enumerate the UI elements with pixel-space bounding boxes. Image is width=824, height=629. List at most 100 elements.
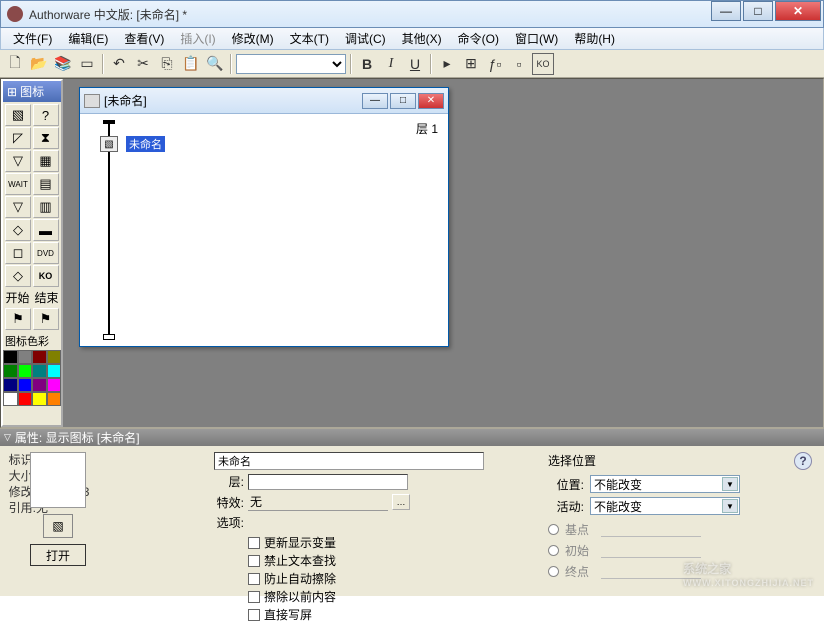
color-swatch[interactable] xyxy=(47,392,62,406)
dw-maximize-button[interactable]: □ xyxy=(390,93,416,109)
knowledge-track-icon[interactable]: KO xyxy=(33,265,59,287)
menu-view[interactable]: 查看(V) xyxy=(116,28,172,49)
color-swatch[interactable] xyxy=(18,392,33,406)
maximize-button[interactable]: □ xyxy=(743,1,773,21)
option-checkbox-row[interactable]: 禁止文本查找 xyxy=(248,552,540,569)
help-button[interactable]: ? xyxy=(794,452,812,470)
effect-picker-button[interactable]: … xyxy=(392,494,410,510)
properties-titlebar[interactable]: ▽ 属性: 显示图标 [未命名] xyxy=(0,429,824,446)
menu-insert[interactable]: 插入(I) xyxy=(172,28,223,49)
position-combo[interactable]: 不能改变▼ xyxy=(590,475,740,493)
decision-icon[interactable]: WAIT xyxy=(5,173,31,195)
framework-icon[interactable]: ▦ xyxy=(33,150,59,172)
dw-minimize-button[interactable]: — xyxy=(362,93,388,109)
color-swatch[interactable] xyxy=(47,364,62,378)
dvd-icon[interactable]: ◻ xyxy=(5,242,31,264)
option-checkbox-row[interactable]: 更新显示变量 xyxy=(248,534,540,551)
open-button[interactable]: 打开 xyxy=(30,544,86,566)
menu-modify[interactable]: 修改(M) xyxy=(224,28,282,49)
menu-text[interactable]: 文本(T) xyxy=(282,28,337,49)
cut-button[interactable]: ✂ xyxy=(132,53,154,75)
color-swatch[interactable] xyxy=(32,364,47,378)
interaction-icon[interactable]: ▤ xyxy=(33,173,59,195)
color-swatch[interactable] xyxy=(18,378,33,392)
design-window-body[interactable]: 层 1 ▧ 未命名 xyxy=(80,114,448,346)
design-window-titlebar[interactable]: [未命名] — □ ✕ xyxy=(80,88,448,114)
color-swatch[interactable] xyxy=(3,392,18,406)
color-swatch[interactable] xyxy=(3,364,18,378)
run-button[interactable]: ▸ xyxy=(436,53,458,75)
color-swatch[interactable] xyxy=(3,350,18,364)
option-checkbox-row[interactable]: 直接写屏 xyxy=(248,606,540,623)
copy-button[interactable]: ⎘ xyxy=(156,53,178,75)
color-swatch[interactable] xyxy=(32,392,47,406)
ko-icon[interactable]: ◇ xyxy=(5,265,31,287)
checkbox-icon[interactable] xyxy=(248,537,260,549)
radio-icon[interactable] xyxy=(548,545,559,556)
color-swatch[interactable] xyxy=(47,378,62,392)
bold-button[interactable]: B xyxy=(356,53,378,75)
icon-name-input[interactable] xyxy=(214,452,484,470)
option-checkbox-row[interactable]: 防止自动擦除 xyxy=(248,570,540,587)
flow-node[interactable]: ▧ 未命名 xyxy=(100,136,165,152)
display-icon[interactable]: ▧ xyxy=(5,104,31,126)
menu-command[interactable]: 命令(O) xyxy=(450,28,507,49)
checkbox-icon[interactable] xyxy=(248,591,260,603)
activity-combo[interactable]: 不能改变▼ xyxy=(590,497,740,515)
anchor-radio-row[interactable]: 终点 xyxy=(548,563,818,580)
save-all-button[interactable]: 📚 xyxy=(52,53,74,75)
radio-icon[interactable] xyxy=(548,524,559,535)
dw-close-button[interactable]: ✕ xyxy=(418,93,444,109)
find-button[interactable]: 🔍 xyxy=(204,53,226,75)
font-select[interactable] xyxy=(236,54,346,74)
end-flag[interactable]: ⚑ xyxy=(33,308,59,330)
import-button[interactable]: ▭ xyxy=(76,53,98,75)
erase-icon[interactable]: ◸ xyxy=(5,127,31,149)
paste-button[interactable]: 📋 xyxy=(180,53,202,75)
checkbox-icon[interactable] xyxy=(248,573,260,585)
anchor-radio-row[interactable]: 基点 xyxy=(548,521,818,538)
map-icon[interactable]: ▥ xyxy=(33,196,59,218)
color-swatch[interactable] xyxy=(3,378,18,392)
color-swatch[interactable] xyxy=(47,350,62,364)
undo-button[interactable]: ↶ xyxy=(108,53,130,75)
flow-node-label[interactable]: 未命名 xyxy=(126,136,165,152)
color-swatch[interactable] xyxy=(18,364,33,378)
menu-edit[interactable]: 编辑(E) xyxy=(60,28,116,49)
video-icon[interactable]: DVD xyxy=(33,242,59,264)
anchor-radio-row[interactable]: 初始 xyxy=(548,542,818,559)
variables-button[interactable]: ▫ xyxy=(508,53,530,75)
menu-window[interactable]: 窗口(W) xyxy=(507,28,566,49)
radio-icon[interactable] xyxy=(548,566,559,577)
icon-button[interactable]: ▧ xyxy=(43,514,73,538)
option-checkbox-row[interactable]: 擦除以前内容 xyxy=(248,588,540,605)
wait-icon[interactable]: ⧗ xyxy=(33,127,59,149)
navigate-icon[interactable]: ▽ xyxy=(5,150,31,172)
layer-input[interactable] xyxy=(248,474,408,490)
color-swatch[interactable] xyxy=(32,350,47,364)
design-window[interactable]: [未命名] — □ ✕ 层 1 ▧ 未命名 xyxy=(79,87,449,347)
color-swatch[interactable] xyxy=(18,350,33,364)
color-swatch[interactable] xyxy=(32,378,47,392)
display-node-icon[interactable]: ▧ xyxy=(100,136,118,152)
italic-button[interactable]: I xyxy=(380,53,402,75)
underline-button[interactable]: U xyxy=(404,53,426,75)
new-button[interactable]: 🗋 xyxy=(4,53,26,75)
control-panel-button[interactable]: ⊞ xyxy=(460,53,482,75)
open-button[interactable]: 📂 xyxy=(28,53,50,75)
checkbox-icon[interactable] xyxy=(248,555,260,567)
close-button[interactable]: ✕ xyxy=(775,1,821,21)
sound-icon[interactable]: ▬ xyxy=(33,219,59,241)
motion-icon[interactable]: ? xyxy=(33,104,59,126)
functions-button[interactable]: ƒ▫ xyxy=(484,53,506,75)
menu-debug[interactable]: 调试(C) xyxy=(337,28,394,49)
calc-icon[interactable]: ▽ xyxy=(5,196,31,218)
collapse-icon[interactable]: ▽ xyxy=(4,432,11,443)
minimize-button[interactable]: — xyxy=(711,1,741,21)
knowledge-button[interactable]: KO xyxy=(532,53,554,75)
start-flag[interactable]: ⚑ xyxy=(5,308,31,330)
menu-file[interactable]: 文件(F) xyxy=(5,28,60,49)
movie-icon[interactable]: ◇ xyxy=(5,219,31,241)
checkbox-icon[interactable] xyxy=(248,609,260,621)
menu-other[interactable]: 其他(X) xyxy=(394,28,450,49)
